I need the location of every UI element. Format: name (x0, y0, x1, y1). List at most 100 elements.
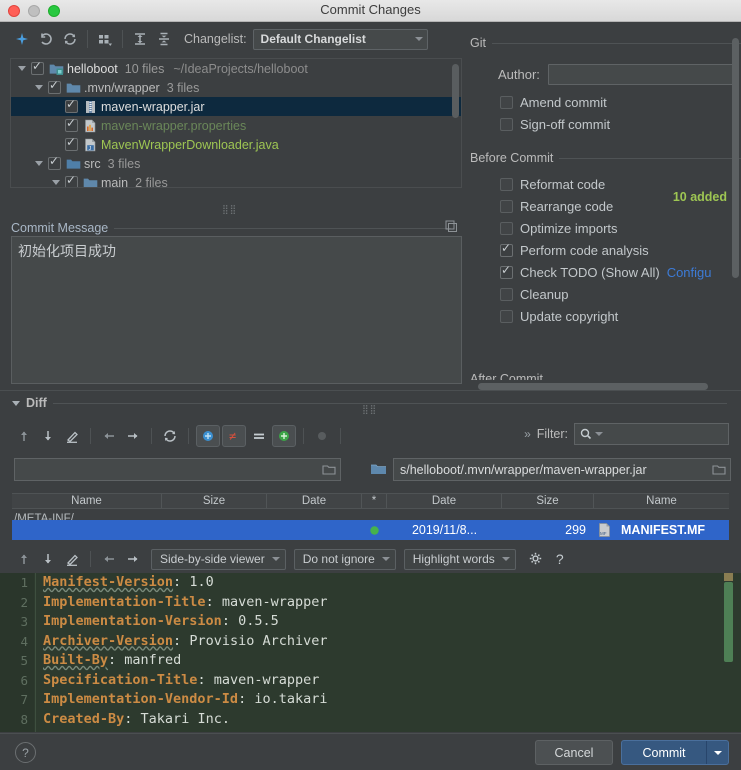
expand-filter-icon[interactable]: » (524, 427, 531, 441)
rollback-icon[interactable] (34, 27, 58, 51)
tree-checkbox[interactable] (48, 79, 61, 94)
table-column-header[interactable]: Size (162, 494, 267, 508)
tree-checkbox[interactable] (65, 174, 78, 187)
help-button[interactable]: ? (15, 742, 36, 763)
option-checkbox[interactable] (500, 117, 513, 131)
option-row[interactable]: Optimize imports (470, 217, 741, 239)
refresh-icon[interactable] (158, 425, 182, 447)
scrollbar-thumb[interactable] (478, 383, 708, 390)
right-path-input[interactable]: s/helloboot/.mvn/wrapper/maven-wrapper.j… (393, 458, 731, 481)
chevron-down-icon[interactable] (707, 741, 728, 764)
tree-row[interactable]: helloboot 10 files ~/IdeaProjects/helloboo… (11, 59, 461, 78)
equals-icon[interactable] (247, 425, 271, 447)
table-row[interactable]: 2019/11/8... 299 MF MANIFEST.MF (12, 520, 729, 540)
option-checkbox[interactable] (500, 309, 513, 323)
tree-checkbox-wrap[interactable] (29, 60, 46, 75)
option-checkbox[interactable] (500, 287, 513, 301)
gear-icon[interactable] (524, 548, 548, 570)
tree-checkbox[interactable] (65, 117, 78, 132)
code-vertical-scrollbar[interactable] (722, 573, 733, 732)
tree-row[interactable]: .mvn/wrapper 3 files (11, 78, 461, 97)
table-column-header[interactable]: * (362, 494, 387, 508)
group-by-icon[interactable] (93, 27, 117, 51)
configure-link[interactable]: Configu (667, 265, 712, 280)
option-row[interactable]: Check TODO (Show All) Configu (470, 261, 741, 283)
option-checkbox[interactable] (500, 264, 513, 279)
question-mark-icon[interactable]: question-mark-icon? (548, 548, 572, 570)
refresh-icon[interactable] (58, 27, 82, 51)
option-checkbox[interactable] (500, 242, 513, 257)
previous-difference-icon[interactable] (12, 425, 36, 447)
tree-row[interactable]: maven-wrapper.jar (11, 97, 461, 116)
table-column-header[interactable]: Name (594, 494, 729, 508)
vertical-splitter-handle[interactable]: ⣿⣿ (222, 205, 250, 214)
commit-message-input[interactable]: 初始化项目成功 (11, 236, 462, 384)
options-vertical-scrollbar[interactable] (731, 36, 740, 384)
scrollbar-thumb[interactable] (724, 582, 733, 662)
accept-right-icon[interactable] (121, 425, 145, 447)
option-row[interactable]: Update copyright (470, 305, 741, 327)
tree-row[interactable]: JMavenWrapperDownloader.java (11, 135, 461, 154)
show-added-icon[interactable] (272, 425, 296, 447)
scrollbar-thumb[interactable] (452, 64, 459, 118)
whitespace-mode-dropdown[interactable]: Do not ignore (293, 548, 396, 570)
option-checkbox[interactable] (500, 95, 513, 109)
collapse-all-icon[interactable] (152, 27, 176, 51)
filter-input[interactable] (574, 423, 729, 445)
chevron-down-icon[interactable] (32, 161, 46, 166)
expand-all-icon[interactable] (128, 27, 152, 51)
browse-folder-icon[interactable] (322, 463, 336, 476)
commit-button[interactable]: Commit (621, 740, 729, 765)
option-row[interactable]: Perform code analysis (470, 239, 741, 261)
tree-row[interactable]: maven-wrapper.properties (11, 116, 461, 135)
tree-row[interactable]: main 2 files (11, 173, 461, 187)
tree-row[interactable]: src 3 files (11, 154, 461, 173)
tree-checkbox-wrap[interactable] (46, 79, 63, 94)
accept-left-icon[interactable] (97, 425, 121, 447)
tree-vertical-scrollbar[interactable] (451, 60, 460, 187)
option-row[interactable]: Cleanup (470, 283, 741, 305)
tree-checkbox[interactable] (65, 98, 78, 113)
chevron-down-icon[interactable] (32, 85, 46, 90)
edit-source-icon[interactable] (60, 425, 84, 447)
changed-files-tree[interactable]: helloboot 10 files ~/IdeaProjects/helloboo… (10, 58, 462, 188)
edit-source-icon[interactable] (60, 548, 84, 570)
tree-checkbox[interactable] (31, 60, 44, 75)
table-column-header[interactable]: Name (12, 494, 162, 508)
next-difference-icon[interactable] (36, 548, 60, 570)
option-row[interactable]: Sign-off commit (470, 113, 741, 135)
tree-checkbox-wrap[interactable] (63, 117, 80, 132)
left-path-input[interactable] (14, 458, 341, 481)
tree-checkbox-wrap[interactable] (63, 98, 80, 113)
apply-right-icon[interactable] (121, 548, 145, 570)
tree-checkbox-wrap[interactable] (63, 174, 80, 187)
show-equal-icon[interactable] (196, 425, 220, 447)
show-diff-icon[interactable] (10, 27, 34, 51)
option-row[interactable]: Reformat code (470, 173, 741, 195)
diff-table-body[interactable]: /META-INF/ 2019/11/8... 299 MF MANIFEST.… (12, 509, 729, 541)
tree-checkbox[interactable] (48, 155, 61, 170)
highlight-mode-dropdown[interactable]: Highlight words (403, 548, 516, 570)
option-row[interactable]: Rearrange code (470, 195, 741, 217)
diff-splitter-handle[interactable]: ⣿⣿ (362, 404, 377, 415)
option-checkbox[interactable] (500, 221, 513, 235)
cancel-button[interactable]: Cancel (535, 740, 613, 765)
diff-code-view[interactable]: 12345678 Manifest-Version: 1.0 Implementa… (0, 573, 741, 732)
viewer-mode-dropdown[interactable]: Side-by-side viewer (151, 548, 286, 570)
options-horizontal-scrollbar[interactable] (478, 382, 733, 390)
browse-folder-icon[interactable] (712, 463, 726, 476)
table-row-partial[interactable]: /META-INF/ (12, 509, 729, 520)
previous-difference-icon[interactable] (12, 548, 36, 570)
option-checkbox[interactable] (500, 177, 513, 191)
show-different-icon[interactable]: ≠ (222, 425, 246, 447)
scrollbar-thumb[interactable] (732, 38, 739, 278)
tree-checkbox-wrap[interactable] (46, 155, 63, 170)
tree-checkbox[interactable] (65, 136, 78, 151)
author-input[interactable] (547, 64, 738, 85)
option-row[interactable]: Amend commit (470, 91, 741, 113)
table-column-header[interactable]: Date (387, 494, 502, 508)
changelist-dropdown[interactable]: Default Changelist (252, 28, 428, 50)
option-checkbox[interactable] (500, 199, 513, 213)
chevron-down-icon[interactable] (49, 180, 63, 185)
next-difference-icon[interactable] (36, 425, 60, 447)
